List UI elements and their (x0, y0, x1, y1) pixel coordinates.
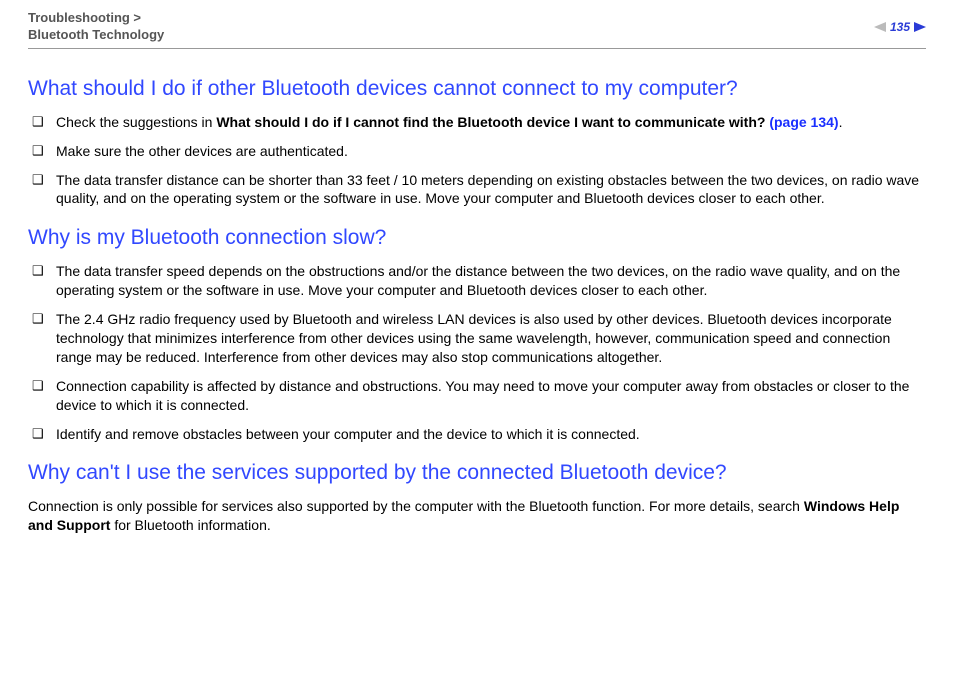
page-link-134[interactable]: (page 134) (769, 114, 838, 130)
heading-services-supported: Why can't I use the services supported b… (28, 461, 926, 485)
list-item: ❑ Identify and remove obstacles between … (32, 425, 926, 444)
bullet-text: Connection capability is affected by dis… (56, 377, 926, 415)
bullet-icon: ❑ (32, 113, 56, 131)
bullet-icon: ❑ (32, 262, 56, 280)
list-item: ❑ Connection capability is affected by d… (32, 377, 926, 415)
bullet-text: The 2.4 GHz radio frequency used by Blue… (56, 310, 926, 367)
heading-cannot-connect: What should I do if other Bluetooth devi… (28, 77, 926, 101)
page-header: Troubleshooting > Bluetooth Technology 1… (28, 10, 926, 49)
prev-page-icon[interactable] (874, 22, 886, 32)
page-number-nav: 135 (874, 20, 926, 34)
bullet-icon: ❑ (32, 425, 56, 443)
breadcrumb-line1: Troubleshooting > (28, 10, 164, 27)
list-cannot-connect: ❑ Check the suggestions in What should I… (28, 113, 926, 209)
bullet-icon: ❑ (32, 171, 56, 189)
list-connection-slow: ❑ The data transfer speed depends on the… (28, 262, 926, 443)
bullet-text: The data transfer speed depends on the o… (56, 262, 926, 300)
bullet-icon: ❑ (32, 142, 56, 160)
breadcrumb-line2: Bluetooth Technology (28, 27, 164, 44)
bullet-icon: ❑ (32, 310, 56, 328)
list-item: ❑ The data transfer distance can be shor… (32, 171, 926, 209)
bullet-icon: ❑ (32, 377, 56, 395)
paragraph-services: Connection is only possible for services… (28, 497, 926, 535)
list-item: ❑ The data transfer speed depends on the… (32, 262, 926, 300)
list-item: ❑ The 2.4 GHz radio frequency used by Bl… (32, 310, 926, 367)
bullet-text: Identify and remove obstacles between yo… (56, 425, 926, 444)
next-page-icon[interactable] (914, 22, 926, 32)
page-number: 135 (888, 20, 912, 34)
bullet-text: Check the suggestions in What should I d… (56, 113, 926, 132)
list-item: ❑ Make sure the other devices are authen… (32, 142, 926, 161)
breadcrumb: Troubleshooting > Bluetooth Technology (28, 10, 164, 44)
heading-connection-slow: Why is my Bluetooth connection slow? (28, 226, 926, 250)
list-item: ❑ Check the suggestions in What should I… (32, 113, 926, 132)
bullet-text: The data transfer distance can be shorte… (56, 171, 926, 209)
bullet-text: Make sure the other devices are authenti… (56, 142, 926, 161)
